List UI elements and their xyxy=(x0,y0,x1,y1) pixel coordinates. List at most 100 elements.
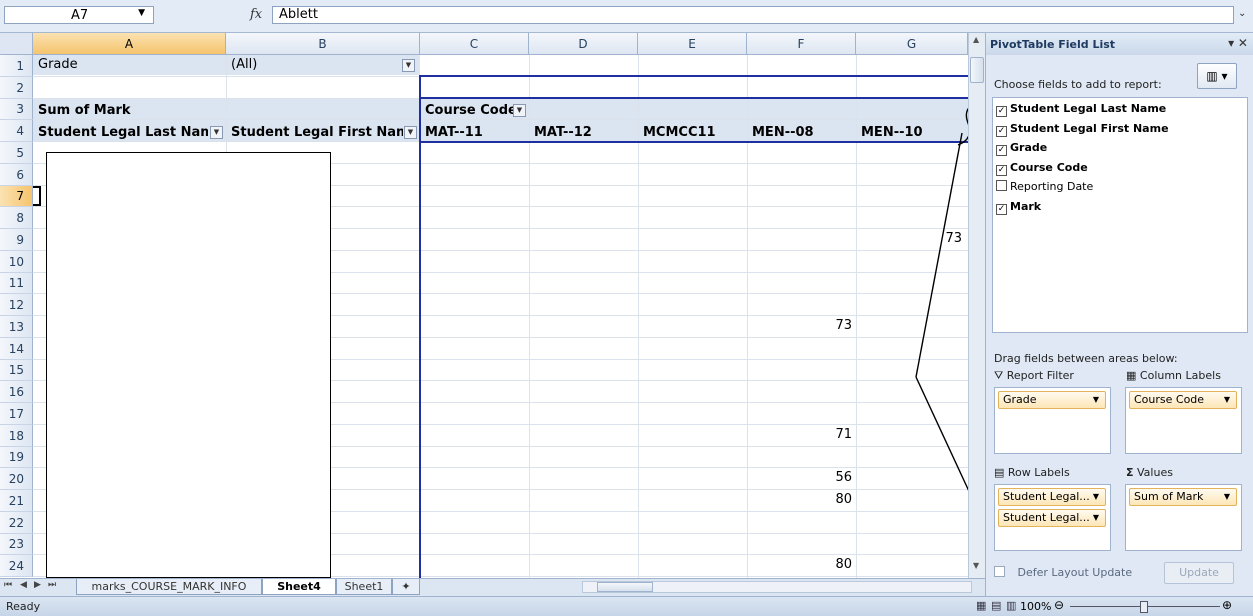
column-header-c[interactable]: C xyxy=(420,33,529,55)
insert-function-icon[interactable]: fx xyxy=(250,7,262,22)
row-header-17[interactable]: 17 xyxy=(0,403,33,425)
pivot-value-cell[interactable]: 80 xyxy=(812,492,852,507)
column-header-a[interactable]: A xyxy=(33,33,226,55)
row-header-13[interactable]: 13 xyxy=(0,316,33,338)
select-all-corner[interactable] xyxy=(0,33,33,55)
last-sheet-icon[interactable]: ⏭ xyxy=(48,580,56,590)
report-filter-area[interactable]: Grade ▼ xyxy=(994,387,1111,454)
column-header-e[interactable]: E xyxy=(638,33,747,55)
field-item[interactable]: ✓ Grade xyxy=(996,141,1047,156)
first-sheet-icon[interactable]: ⏮ xyxy=(4,580,12,590)
row-header-7[interactable]: 7 xyxy=(0,186,33,207)
row-header-6[interactable]: 6 xyxy=(0,164,33,186)
worksheet-grid[interactable]: A B C D E F G 1 2 3 4 5 6 7 8 9 10 11 12 13 14 15 16 17 1… xyxy=(0,33,968,578)
row-header-19[interactable]: 19 xyxy=(0,447,33,468)
first-name-dropdown-icon[interactable]: ▼ xyxy=(404,126,417,139)
row-header-8[interactable]: 8 xyxy=(0,207,33,229)
defer-checkbox[interactable] xyxy=(994,566,1005,577)
column-labels-chip[interactable]: Course Code ▼ xyxy=(1129,391,1237,409)
chevron-down-icon[interactable]: ▼ xyxy=(1224,489,1230,505)
column-header-f[interactable]: F xyxy=(747,33,856,55)
pivot-value-cell[interactable]: 80 xyxy=(812,557,852,572)
column-header-b[interactable]: B xyxy=(226,33,420,55)
formula-input[interactable]: Ablett xyxy=(272,6,1234,24)
row-labels-area[interactable]: Student Legal... ▼ Student Legal... ▼ xyxy=(994,484,1111,551)
values-chip[interactable]: Sum of Mark ▼ xyxy=(1129,488,1237,506)
defer-layout-row[interactable]: Defer Layout Update xyxy=(994,566,1132,579)
sheet-tab-sheet1[interactable]: Sheet1 xyxy=(336,579,392,595)
vertical-scroll-thumb[interactable] xyxy=(970,57,984,83)
pivot-value-cell[interactable]: 71 xyxy=(812,427,852,442)
horizontal-scroll-thumb[interactable] xyxy=(597,582,653,592)
row-header-21[interactable]: 21 xyxy=(0,490,33,512)
filter-dropdown-icon[interactable]: ▼ xyxy=(402,59,415,72)
row-header-22[interactable]: 22 xyxy=(0,512,33,534)
chevron-down-icon[interactable]: ▼ xyxy=(1093,510,1099,526)
column-header-g[interactable]: G xyxy=(856,33,968,55)
zoom-level[interactable]: 100% xyxy=(1020,600,1051,613)
row-header-12[interactable]: 12 xyxy=(0,294,33,316)
last-name-dropdown-icon[interactable]: ▼ xyxy=(210,126,223,139)
report-filter-chip[interactable]: Grade ▼ xyxy=(998,391,1106,409)
field-checkbox[interactable]: ✓ xyxy=(996,145,1007,156)
row-header-23[interactable]: 23 xyxy=(0,534,33,555)
row-header-3[interactable]: 3 xyxy=(0,99,33,120)
row-header-1[interactable]: 1 xyxy=(0,55,33,77)
selected-cell-a7[interactable] xyxy=(33,186,41,206)
values-area[interactable]: Sum of Mark ▼ xyxy=(1125,484,1242,551)
scroll-down-icon[interactable]: ▼ xyxy=(973,561,979,570)
pivot-value-cell[interactable]: 73 xyxy=(812,318,852,333)
field-item[interactable]: ✓ Student Legal Last Name xyxy=(996,102,1166,117)
row-header-24[interactable]: 24 xyxy=(0,555,33,577)
chevron-down-icon[interactable]: ▼ xyxy=(1093,392,1099,408)
page-layout-view-icon[interactable]: ▤ xyxy=(991,599,1001,612)
column-labels-area[interactable]: Course Code ▼ xyxy=(1125,387,1242,454)
row-labels-chip[interactable]: Student Legal... ▼ xyxy=(998,509,1106,527)
zoom-in-icon[interactable]: ⊕ xyxy=(1222,598,1232,612)
chevron-down-icon[interactable]: ▼ xyxy=(1224,392,1230,408)
course-code-dropdown-icon[interactable]: ▼ xyxy=(513,104,526,117)
field-item[interactable]: ✓ Student Legal First Name xyxy=(996,122,1169,137)
column-header-d[interactable]: D xyxy=(529,33,638,55)
page-break-view-icon[interactable]: ▥ xyxy=(1006,599,1016,612)
close-icon[interactable]: ▾ ✕ xyxy=(1228,36,1248,50)
chevron-down-icon[interactable]: ▼ xyxy=(138,8,145,18)
field-item[interactable]: ✓ Mark xyxy=(996,200,1041,215)
normal-view-icon[interactable]: ▦ xyxy=(976,599,986,612)
field-item[interactable]: Reporting Date xyxy=(996,180,1093,193)
row-header-15[interactable]: 15 xyxy=(0,360,33,381)
prev-sheet-icon[interactable]: ◀ xyxy=(20,580,27,590)
row-header-11[interactable]: 11 xyxy=(0,273,33,294)
vertical-scrollbar[interactable]: ▲ ▼ xyxy=(968,33,986,578)
field-layout-button[interactable]: ▥ ▾ xyxy=(1197,63,1237,89)
insert-sheet-icon[interactable]: ✦ xyxy=(392,579,420,595)
sheet-tab-marks[interactable]: marks_COURSE_MARK_INFO xyxy=(76,579,262,595)
row-header-20[interactable]: 20 xyxy=(0,468,33,490)
name-box[interactable]: A7 ▼ xyxy=(4,6,154,24)
row-header-2[interactable]: 2 xyxy=(0,77,33,99)
scroll-up-icon[interactable]: ▲ xyxy=(973,35,979,44)
field-checkbox[interactable]: ✓ xyxy=(996,106,1007,117)
horizontal-scrollbar[interactable] xyxy=(582,581,972,593)
row-header-9[interactable]: 9 xyxy=(0,229,33,251)
next-sheet-icon[interactable]: ▶ xyxy=(34,580,41,590)
zoom-slider-thumb[interactable] xyxy=(1140,601,1148,613)
row-header-14[interactable]: 14 xyxy=(0,338,33,360)
field-checkbox[interactable]: ✓ xyxy=(996,125,1007,137)
row-header-5[interactable]: 5 xyxy=(0,142,33,164)
row-header-4[interactable]: 4 xyxy=(0,120,33,142)
zoom-out-icon[interactable]: ⊖ xyxy=(1054,598,1064,612)
expand-formula-bar-icon[interactable]: ⌄ xyxy=(1238,8,1246,19)
row-labels-chip[interactable]: Student Legal... ▼ xyxy=(998,488,1106,506)
field-item[interactable]: ✓ Course Code xyxy=(996,161,1088,176)
row-header-16[interactable]: 16 xyxy=(0,381,33,403)
field-checkbox[interactable] xyxy=(996,180,1007,191)
sheet-tab-sheet4[interactable]: Sheet4 xyxy=(262,579,336,595)
field-checkbox[interactable]: ✓ xyxy=(996,164,1007,176)
pivot-value-cell[interactable]: 56 xyxy=(812,470,852,485)
chevron-down-icon[interactable]: ▼ xyxy=(1093,489,1099,505)
row-header-18[interactable]: 18 xyxy=(0,425,33,447)
row-header-10[interactable]: 10 xyxy=(0,251,33,273)
update-button[interactable]: Update xyxy=(1164,562,1234,584)
field-checkbox[interactable]: ✓ xyxy=(996,203,1007,215)
